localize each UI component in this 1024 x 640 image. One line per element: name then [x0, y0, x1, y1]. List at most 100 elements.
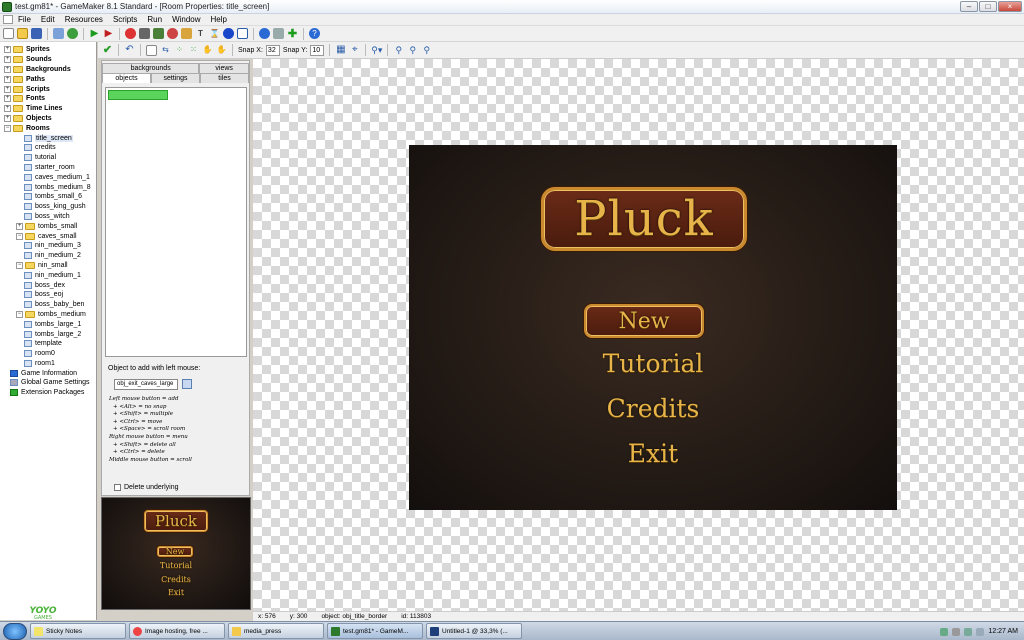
- undo-icon[interactable]: ↶: [124, 45, 135, 56]
- zoom-out-icon[interactable]: ⚲: [393, 45, 404, 56]
- expand-icon[interactable]: +: [4, 56, 11, 64]
- zoom-normal-icon[interactable]: ⚲: [407, 45, 418, 56]
- network-icon[interactable]: [964, 627, 973, 636]
- collapse-icon[interactable]: −: [16, 310, 23, 318]
- tree-room-item[interactable]: tutorial: [24, 153, 96, 163]
- tree-room-item[interactable]: tombs_large_2: [24, 329, 96, 339]
- taskbar-sticky-notes[interactable]: Sticky Notes: [30, 623, 126, 639]
- expand-icon[interactable]: +: [4, 95, 11, 103]
- menu-credits[interactable]: Credits: [409, 394, 897, 423]
- tree-room-item[interactable]: caves_medium_1: [24, 172, 96, 182]
- tree-subfolder[interactable]: − tombs_medium: [16, 310, 96, 320]
- object-preview-area[interactable]: [105, 87, 247, 357]
- tree-room-item[interactable]: boss_dex: [24, 280, 96, 290]
- object-menu-button[interactable]: [182, 379, 192, 389]
- tree-room-item[interactable]: boss_baby_ben: [24, 300, 96, 310]
- tree-room-item[interactable]: room0: [24, 349, 96, 359]
- create-executable-icon[interactable]: [53, 28, 64, 39]
- grid-icon[interactable]: ▦: [335, 45, 346, 56]
- menu-help[interactable]: Help: [206, 15, 232, 24]
- tab-settings[interactable]: settings: [151, 73, 200, 83]
- unlock-instances-icon[interactable]: ✋: [216, 45, 227, 56]
- tree-folder-fonts[interactable]: + Fonts: [4, 94, 96, 104]
- room-preview-thumbnail[interactable]: Pluck New Tutorial Credits Exit: [101, 497, 251, 610]
- tree-room-item[interactable]: boss_king_gush: [24, 202, 96, 212]
- tree-folder-sounds[interactable]: + Sounds: [4, 55, 96, 65]
- sort-y-icon[interactable]: ⁙: [188, 45, 199, 56]
- collapse-icon[interactable]: −: [4, 124, 11, 132]
- tree-room-item[interactable]: room1: [24, 359, 96, 369]
- add-sound-icon[interactable]: [139, 28, 150, 39]
- expand-icon[interactable]: +: [4, 105, 11, 113]
- tree-room-item[interactable]: nin_medium_2: [24, 251, 96, 261]
- minimize-button[interactable]: –: [960, 1, 978, 12]
- new-file-icon[interactable]: [3, 28, 14, 39]
- room-area[interactable]: Pluck New Tutorial Credits Exit: [409, 145, 897, 510]
- tree-room-item[interactable]: boss_eoj: [24, 290, 96, 300]
- shift-instances-icon[interactable]: ⇆: [160, 45, 171, 56]
- taskbar-gamemaker[interactable]: test.gm81* - GameM...: [327, 623, 423, 639]
- collapse-icon[interactable]: −: [16, 232, 23, 240]
- tree-folder-timelines[interactable]: + Time Lines: [4, 104, 96, 114]
- tree-room-item[interactable]: title_screen: [24, 133, 96, 143]
- expand-icon[interactable]: +: [4, 114, 11, 122]
- new-button-plaque[interactable]: New: [584, 304, 704, 338]
- snap-y-input[interactable]: 10: [310, 44, 325, 56]
- tree-room-item[interactable]: tombs_small_6: [24, 192, 96, 202]
- tree-extension-packages[interactable]: Extension Packages: [10, 388, 96, 398]
- tree-folder-backgrounds[interactable]: + Backgrounds: [4, 65, 96, 75]
- sort-x-icon[interactable]: ⁘: [174, 45, 185, 56]
- run-debug-icon[interactable]: ▶: [103, 28, 114, 39]
- menu-run[interactable]: Run: [142, 15, 167, 24]
- expand-icon[interactable]: +: [16, 222, 23, 230]
- run-game-icon[interactable]: ▶: [89, 28, 100, 39]
- delete-underlying-checkbox[interactable]: Delete underlying: [114, 484, 178, 491]
- add-script-icon[interactable]: [181, 28, 192, 39]
- add-font-icon[interactable]: T: [195, 28, 206, 39]
- publish-icon[interactable]: [67, 28, 78, 39]
- tree-room-item[interactable]: tombs_medium_8: [24, 182, 96, 192]
- tree-room-item[interactable]: template: [24, 339, 96, 349]
- maximize-button[interactable]: □: [979, 1, 997, 12]
- tree-folder-rooms[interactable]: − Rooms: [4, 123, 96, 133]
- tab-backgrounds[interactable]: backgrounds: [102, 63, 200, 73]
- tree-room-item[interactable]: credits: [24, 143, 96, 153]
- tab-tiles[interactable]: tiles: [200, 73, 249, 83]
- menu-resources[interactable]: Resources: [60, 15, 108, 24]
- global-settings-icon[interactable]: [273, 28, 284, 39]
- tree-room-item[interactable]: boss_witch: [24, 212, 96, 222]
- tree-folder-objects[interactable]: + Objects: [4, 114, 96, 124]
- tray-flag-icon[interactable]: [952, 627, 961, 636]
- tree-subfolder[interactable]: + tombs_small: [16, 221, 96, 231]
- taskbar-photoshop[interactable]: Untitled-1 @ 33,3% (...: [426, 623, 522, 639]
- tree-room-item[interactable]: tombs_large_1: [24, 319, 96, 329]
- extension-packages-icon[interactable]: ✚: [287, 28, 298, 39]
- tree-subfolder[interactable]: − caves_small: [16, 231, 96, 241]
- show-dropdown-icon[interactable]: ⚲▾: [371, 45, 382, 56]
- zoom-in-icon[interactable]: ⚲: [421, 45, 432, 56]
- add-sprite-icon[interactable]: [125, 28, 136, 39]
- add-path-icon[interactable]: [167, 28, 178, 39]
- menu-edit[interactable]: Edit: [36, 15, 60, 24]
- add-object-icon[interactable]: [223, 28, 234, 39]
- isometric-grid-icon[interactable]: ⌖: [349, 45, 360, 56]
- taskbar-browser[interactable]: Image hosting, free ...: [129, 623, 225, 639]
- tree-room-item[interactable]: starter_room: [24, 163, 96, 173]
- clock[interactable]: 12:27 AM: [988, 628, 1018, 635]
- add-room-icon[interactable]: [237, 28, 248, 39]
- tray-app-icon[interactable]: [940, 627, 949, 636]
- menu-window[interactable]: Window: [167, 15, 205, 24]
- tree-game-information[interactable]: Game Information: [10, 368, 96, 378]
- expand-icon[interactable]: +: [4, 46, 11, 54]
- expand-icon[interactable]: +: [4, 75, 11, 83]
- menu-file[interactable]: File: [13, 15, 36, 24]
- volume-icon[interactable]: [976, 627, 985, 636]
- tree-folder-paths[interactable]: + Paths: [4, 74, 96, 84]
- tree-folder-sprites[interactable]: + Sprites: [4, 45, 96, 55]
- title-plaque[interactable]: Pluck: [541, 187, 747, 251]
- game-information-icon[interactable]: [259, 28, 270, 39]
- start-button[interactable]: [3, 622, 27, 640]
- clear-room-icon[interactable]: [146, 44, 157, 56]
- tree-folder-scripts[interactable]: + Scripts: [4, 84, 96, 94]
- tab-views[interactable]: views: [199, 63, 249, 73]
